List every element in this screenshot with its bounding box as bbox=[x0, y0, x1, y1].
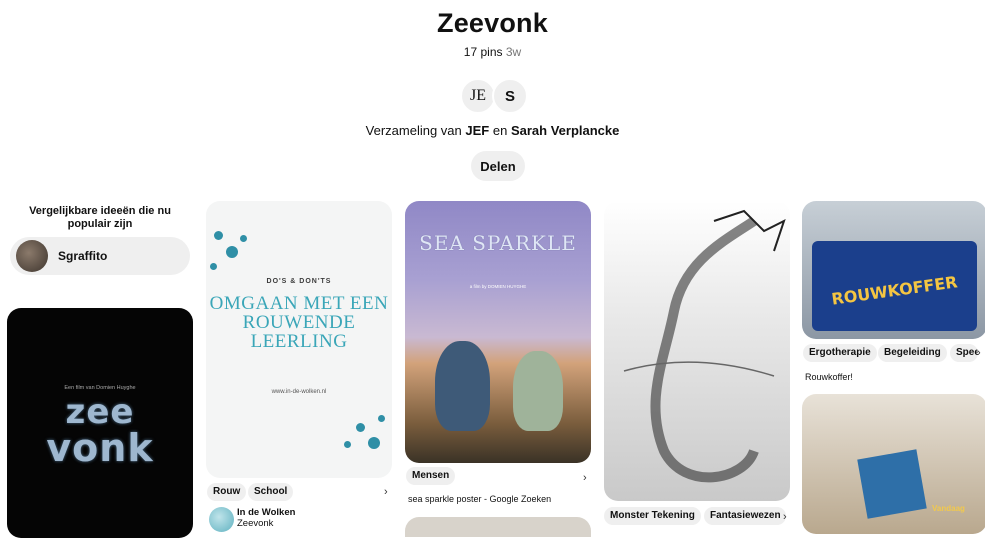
tag-mensen[interactable]: Mensen bbox=[406, 467, 456, 485]
suggestion-sgraffito[interactable]: Sgraffito bbox=[10, 237, 190, 275]
board-title: Zeevonk bbox=[437, 8, 548, 38]
collab-name-jef[interactable]: JEF bbox=[465, 123, 489, 138]
collab-and: en bbox=[492, 123, 508, 138]
leaf-decoration bbox=[368, 437, 380, 449]
sea-monster-illustration bbox=[623, 209, 786, 483]
source-board[interactable]: Zeevonk bbox=[237, 518, 273, 529]
avatar-sarah[interactable]: S bbox=[492, 78, 528, 114]
source-avatar[interactable] bbox=[209, 507, 234, 532]
chevron-right-icon[interactable]: › bbox=[384, 486, 388, 498]
tag-monster-tekening[interactable]: Monster Tekening bbox=[604, 507, 701, 525]
pin-caption[interactable]: sea sparkle poster - Google Zoeken bbox=[408, 494, 551, 504]
collaborator-avatars[interactable]: JE S bbox=[460, 78, 530, 114]
tag-fantasiewezen[interactable]: Fantasiewezen bbox=[704, 507, 786, 525]
suggestion-thumbnail bbox=[16, 240, 48, 272]
avatar-jef[interactable]: JE bbox=[460, 78, 496, 114]
share-button[interactable]: Delen bbox=[471, 151, 525, 181]
suggestion-label: Sgraffito bbox=[58, 249, 108, 263]
pin-caption[interactable]: Rouwkoffer! bbox=[805, 372, 853, 382]
pin-count: 17 pins bbox=[463, 45, 503, 59]
chevron-right-icon[interactable]: › bbox=[977, 347, 981, 359]
leaf-decoration bbox=[378, 415, 385, 422]
source-name[interactable]: In de Wolken bbox=[237, 507, 295, 518]
pin-sea-sparkle[interactable]: SEA SPARKLE a film by DOMIEN HUYGHE bbox=[405, 201, 591, 463]
poster-figure bbox=[435, 341, 490, 431]
pin-title: OMGAAN MET EEN ROUWENDE LEERLING bbox=[209, 293, 389, 352]
tag-spee[interactable]: Spee bbox=[950, 344, 978, 362]
leaf-decoration bbox=[344, 441, 351, 448]
board-meta: 17 pins 3w bbox=[0, 45, 985, 59]
film-credit: Een film van Domien Huyghe bbox=[64, 385, 136, 391]
leaf-decoration bbox=[240, 235, 247, 242]
chevron-right-icon[interactable]: › bbox=[783, 511, 787, 523]
poster-title: SEA SPARKLE bbox=[419, 231, 577, 255]
pin-vandaag-box[interactable]: Vandaag bbox=[802, 394, 985, 534]
leaf-decoration bbox=[226, 246, 238, 258]
film-title-line2: vonk bbox=[46, 426, 154, 470]
rouwkoffer-box: ROUWKOFFER bbox=[812, 241, 977, 331]
collab-prefix: Verzameling van bbox=[365, 123, 462, 138]
leaf-decoration bbox=[356, 423, 365, 432]
tag-ergotherapie[interactable]: Ergotherapie bbox=[803, 344, 877, 362]
pin-rouwende-leerling[interactable]: DO'S & DON'TS OMGAAN MET EEN ROUWENDE LE… bbox=[206, 201, 392, 478]
pin-image-card bbox=[857, 449, 927, 519]
collaborators-line: Verzameling van JEF en Sarah Verplancke bbox=[0, 123, 985, 138]
trending-heading: Vergelijkbare ideeën die nu populair zij… bbox=[29, 205, 171, 230]
box-text: ROUWKOFFER bbox=[830, 272, 959, 309]
poster-credit: a film by DOMIEN HUYGHE bbox=[469, 284, 527, 289]
pin-sea-monster-drawing[interactable] bbox=[604, 201, 790, 501]
tag-rouw[interactable]: Rouw bbox=[207, 483, 247, 501]
leaf-decoration bbox=[214, 231, 223, 240]
leaf-decoration bbox=[210, 263, 217, 270]
pin-subtitle: DO'S & DON'TS bbox=[266, 278, 332, 285]
chevron-right-icon[interactable]: › bbox=[583, 472, 587, 484]
tag-begeleiding[interactable]: Begeleiding bbox=[878, 344, 947, 362]
pin-image-text: Vandaag bbox=[932, 504, 965, 513]
pin-rouwkoffer[interactable]: ROUWKOFFER bbox=[802, 201, 985, 339]
film-poster-pin[interactable]: Een film van Domien Huyghe zee vonk bbox=[7, 308, 193, 538]
collab-name-sarah[interactable]: Sarah Verplancke bbox=[511, 123, 619, 138]
board-age: 3w bbox=[505, 45, 522, 59]
pin-url: www.in-de-wolken.nl bbox=[271, 389, 327, 395]
poster-figure bbox=[513, 351, 563, 431]
next-pin-peek[interactable] bbox=[405, 517, 591, 537]
tag-school[interactable]: School bbox=[248, 483, 294, 501]
